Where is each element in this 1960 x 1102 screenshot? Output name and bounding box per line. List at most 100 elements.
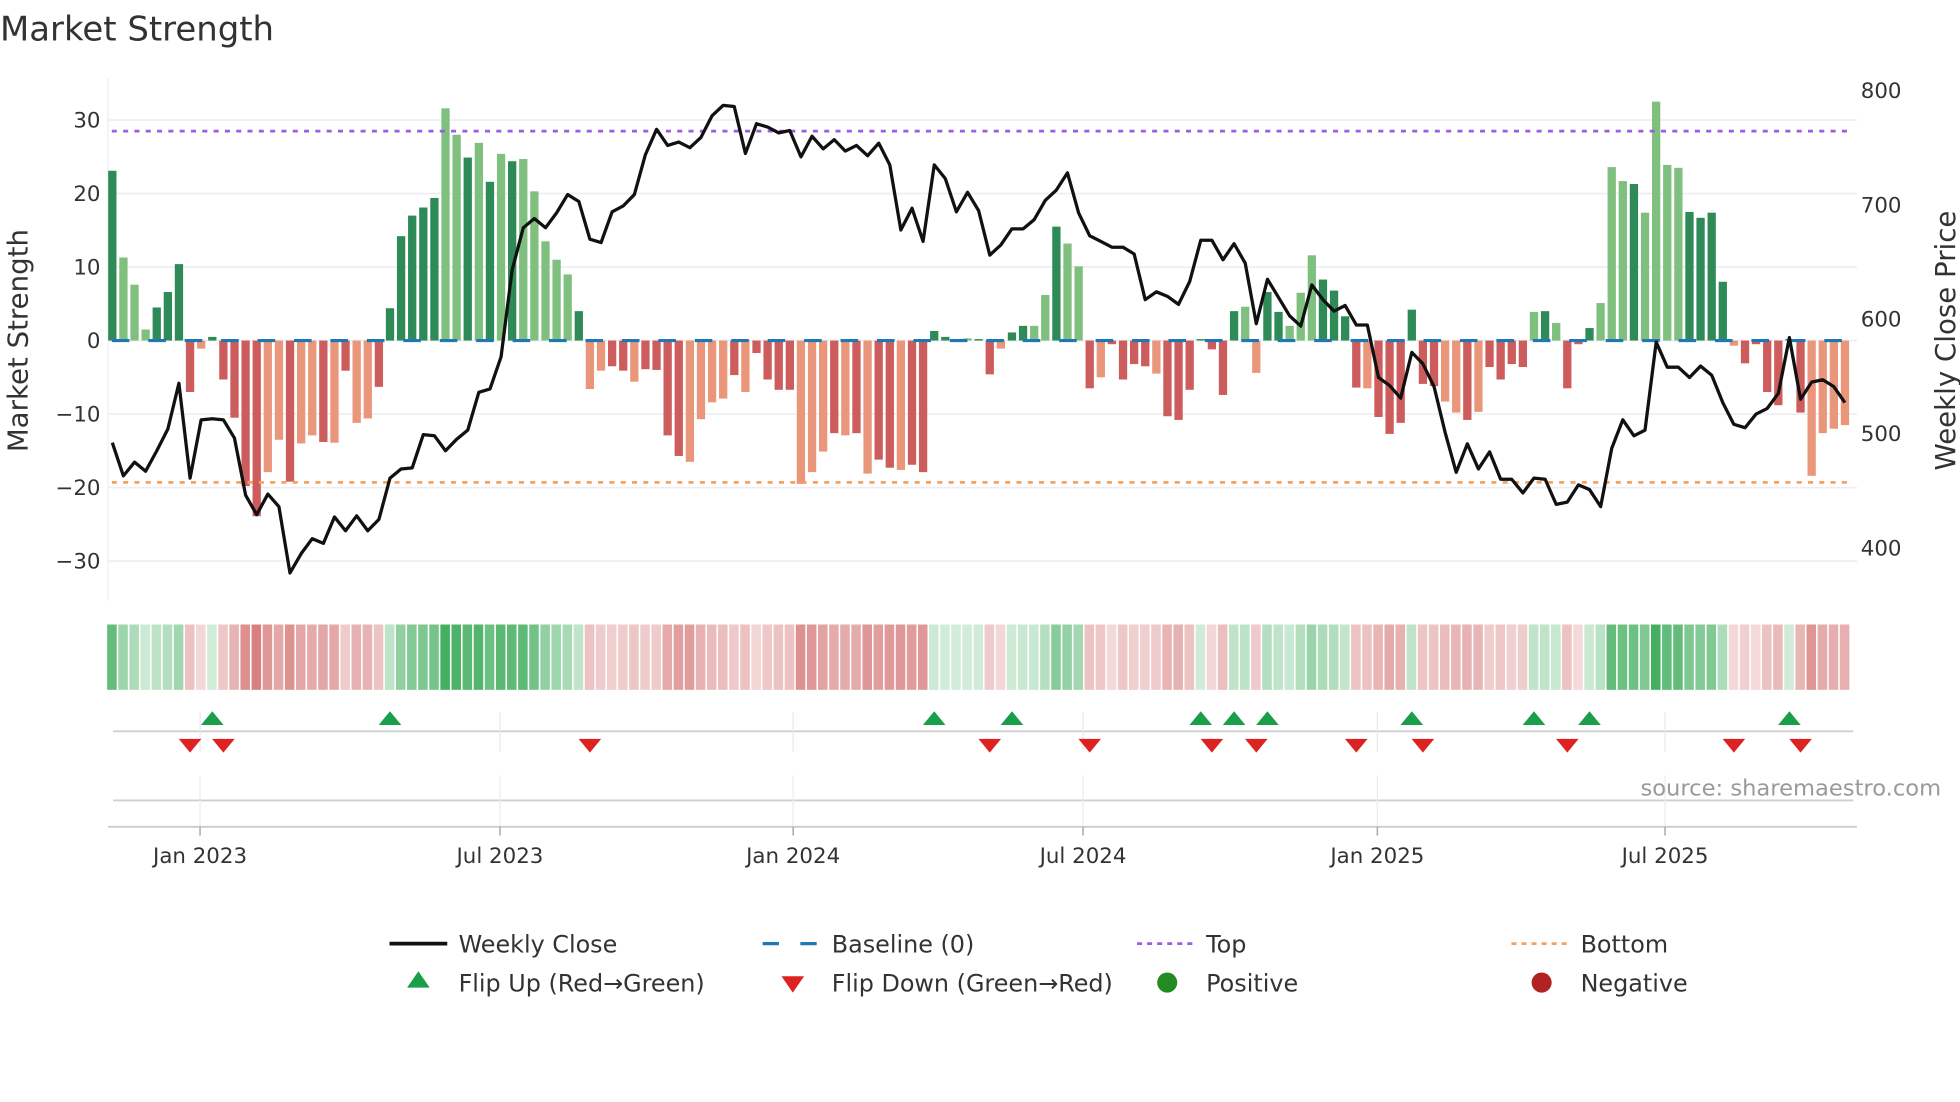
- flip-down-marker: [1078, 738, 1102, 753]
- negative-strength-bar: [1141, 340, 1150, 367]
- negative-strength-bar: [1563, 340, 1572, 389]
- heatmap-cell: [1484, 624, 1494, 690]
- heatmap-cell: [251, 624, 262, 690]
- heatmap-cell: [229, 624, 239, 690]
- heatmap-cell: [284, 624, 295, 690]
- heatmap-cell: [906, 624, 917, 690]
- heatmap-cell: [1573, 624, 1583, 690]
- heatmap-cell: [951, 624, 961, 690]
- negative-strength-bar: [741, 340, 750, 393]
- negative-strength-bar: [796, 340, 806, 484]
- heatmap-cell: [440, 624, 450, 690]
- positive-strength-bar: [385, 308, 395, 341]
- legend-item-dotted-line-bottom[interactable]: Bottom: [1511, 930, 1668, 958]
- negative-strength-bar: [296, 340, 306, 444]
- negative-strength-bar: [1096, 340, 1105, 378]
- market-strength-chart: Market Strength −30 −20 −10 0 10 20 30 400 500 6…: [0, 9, 1960, 997]
- heatmap-cell: [1750, 624, 1761, 690]
- heatmap-cell: [1817, 624, 1828, 690]
- negative-strength-bar: [752, 340, 761, 354]
- positive-strength-bar: [396, 236, 406, 341]
- positive-strength-bar: [1030, 325, 1039, 341]
- negative-strength-bar: [841, 340, 850, 436]
- negative-strength-bar: [1740, 340, 1750, 364]
- strength-heatmap-strip: [107, 624, 1850, 690]
- heatmap-cell: [1273, 624, 1283, 690]
- reference-lines: [111, 129, 1854, 484]
- heatmap-cell: [484, 624, 495, 690]
- heatmap-cell: [240, 624, 251, 690]
- positive-strength-bar: [441, 108, 450, 341]
- legend-label: Flip Up (Red→Green): [459, 969, 705, 997]
- heatmap-cell: [662, 624, 673, 690]
- heatmap-cell: [295, 624, 306, 690]
- negative-strength-bar: [285, 340, 295, 482]
- legend-item-triangle-down[interactable]: Flip Down (Green→Red): [781, 969, 1113, 997]
- heatmap-cell: [262, 624, 273, 690]
- heatmap-cell: [362, 624, 373, 690]
- heatmap-cell: [1773, 624, 1783, 690]
- heatmap-cell: [351, 624, 362, 690]
- heatmap-cell: [1617, 624, 1628, 690]
- heatmap-cell: [1195, 624, 1206, 690]
- positive-strength-bar: [1529, 311, 1539, 341]
- flip-up-marker: [1578, 711, 1601, 726]
- heatmap-cell: [729, 624, 739, 690]
- positive-strength-bar: [119, 257, 128, 341]
- negative-strength-bar: [1129, 340, 1139, 365]
- flip-up-marker: [1189, 711, 1213, 726]
- legend-item-triangle-up[interactable]: Flip Up (Red→Green): [407, 969, 705, 997]
- heatmap-cell: [940, 624, 950, 690]
- heatmap-cell: [851, 624, 861, 690]
- legend-item-dotted-line-top[interactable]: Top: [1137, 930, 1246, 958]
- heatmap-cell: [1217, 624, 1228, 690]
- positive-strength-bar: [1607, 167, 1616, 341]
- negative-strength-bar: [352, 340, 361, 423]
- negative-strength-bar: [830, 340, 839, 434]
- negative-strength-bar: [1507, 340, 1516, 365]
- left-tick-label: −10: [55, 403, 100, 428]
- heatmap-cell: [1706, 624, 1717, 690]
- legend-item-dashed-line[interactable]: Baseline (0): [762, 930, 975, 958]
- right-tick-label: 400: [1861, 536, 1902, 561]
- negative-strength-bar: [730, 340, 739, 376]
- negative-strength-bar: [1518, 340, 1528, 368]
- positive-strength-bar: [1263, 292, 1272, 341]
- negative-strength-bar: [619, 340, 628, 371]
- heatmap-cell: [1428, 624, 1439, 690]
- positive-strength-bar: [1241, 306, 1250, 341]
- flip-down-marker: [1344, 738, 1368, 753]
- negative-strength-bar: [1352, 340, 1361, 388]
- positive-strength-bar: [474, 142, 483, 341]
- positive-strength-bar: [530, 191, 539, 341]
- heatmap-cell: [1328, 624, 1339, 690]
- heatmap-cell: [984, 624, 995, 690]
- legend-label: Bottom: [1581, 930, 1669, 958]
- heatmap-cell: [140, 624, 151, 690]
- left-tick-label: 30: [73, 109, 100, 134]
- right-tick-label: 500: [1861, 422, 1902, 447]
- heatmap-cell: [107, 624, 117, 690]
- negative-strength-bar: [1474, 340, 1483, 412]
- legend-item-dot-positive[interactable]: Positive: [1157, 969, 1298, 997]
- right-tick-label: 700: [1861, 193, 1902, 218]
- heatmap-cell: [573, 624, 584, 690]
- negative-strength-bar: [663, 340, 672, 436]
- heatmap-cell: [1795, 624, 1805, 690]
- legend-label: Flip Down (Green→Red): [832, 969, 1113, 997]
- legend-item-dot-negative[interactable]: Negative: [1531, 969, 1688, 997]
- right-tick-label: 800: [1861, 79, 1902, 104]
- negative-strength-bar: [1496, 340, 1505, 380]
- triangle-up-icon: [407, 971, 430, 988]
- heatmap-cell: [1762, 624, 1772, 690]
- positive-strength-bar: [1229, 311, 1239, 341]
- negative-strength-bar: [219, 340, 228, 380]
- left-tick-label: 10: [73, 256, 100, 281]
- heatmap-cell: [218, 624, 228, 690]
- heatmap-cell: [184, 624, 195, 690]
- legend-item-solid-line[interactable]: Weekly Close: [389, 930, 617, 958]
- heatmap-cell: [1317, 624, 1328, 690]
- negative-strength-bar: [1218, 340, 1228, 395]
- flip-down-marker: [1789, 738, 1812, 753]
- heatmap-cell: [1584, 624, 1594, 690]
